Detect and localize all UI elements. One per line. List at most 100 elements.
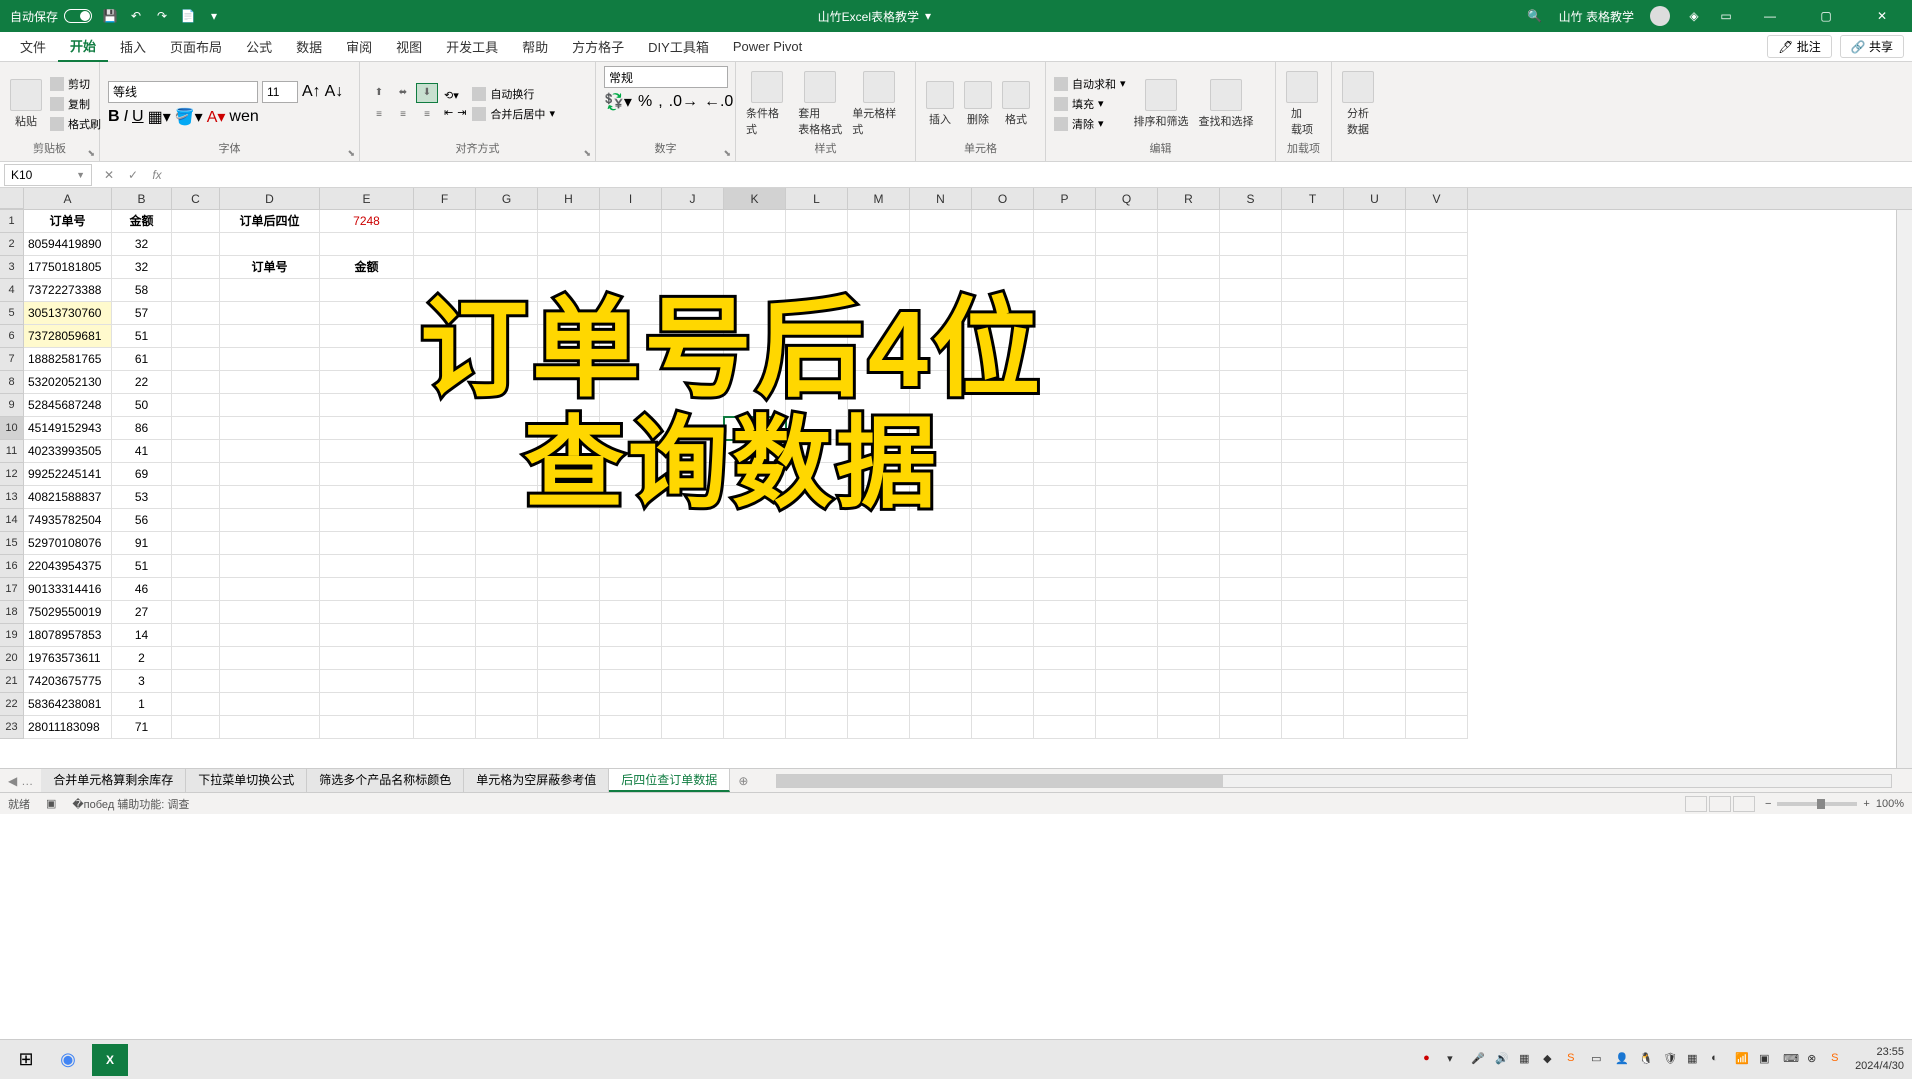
cell-B8[interactable]: 22	[112, 371, 172, 394]
cell-J3[interactable]	[662, 256, 724, 279]
cell-C10[interactable]	[172, 417, 220, 440]
increase-decimal[interactable]: .0→	[669, 92, 698, 112]
cell-B14[interactable]: 56	[112, 509, 172, 532]
font-color-button[interactable]: A▾	[207, 107, 226, 127]
cell-D10[interactable]	[220, 417, 320, 440]
cell-N1[interactable]	[910, 210, 972, 233]
cell-M4[interactable]	[848, 279, 910, 302]
cell-F2[interactable]	[414, 233, 476, 256]
cell-O16[interactable]	[972, 555, 1034, 578]
cell-H2[interactable]	[538, 233, 600, 256]
cell-H11[interactable]	[538, 440, 600, 463]
view-break[interactable]	[1733, 796, 1755, 812]
cell-C11[interactable]	[172, 440, 220, 463]
cell-M21[interactable]	[848, 670, 910, 693]
cell-G23[interactable]	[476, 716, 538, 739]
cell-F9[interactable]	[414, 394, 476, 417]
cell-Q18[interactable]	[1096, 601, 1158, 624]
cell-R1[interactable]	[1158, 210, 1220, 233]
cell-M1[interactable]	[848, 210, 910, 233]
cell-U14[interactable]	[1344, 509, 1406, 532]
cell-G2[interactable]	[476, 233, 538, 256]
cell-I23[interactable]	[600, 716, 662, 739]
cell-B16[interactable]: 51	[112, 555, 172, 578]
zoom-level[interactable]: 100%	[1876, 798, 1904, 810]
indent-increase[interactable]: ⇥	[457, 106, 466, 119]
cell-P22[interactable]	[1034, 693, 1096, 716]
cell-U13[interactable]	[1344, 486, 1406, 509]
col-header-S[interactable]: S	[1220, 188, 1282, 209]
cell-E22[interactable]	[320, 693, 414, 716]
cell-R8[interactable]	[1158, 371, 1220, 394]
cell-Q8[interactable]	[1096, 371, 1158, 394]
cell-J14[interactable]	[662, 509, 724, 532]
cut-button[interactable]: 剪切	[50, 76, 101, 92]
cell-P12[interactable]	[1034, 463, 1096, 486]
row-header-4[interactable]: 4	[0, 279, 24, 302]
cell-Q10[interactable]	[1096, 417, 1158, 440]
cell-F4[interactable]	[414, 279, 476, 302]
cell-T9[interactable]	[1282, 394, 1344, 417]
cell-L16[interactable]	[786, 555, 848, 578]
copy-button[interactable]: 复制	[50, 96, 101, 112]
col-header-C[interactable]: C	[172, 188, 220, 209]
zoom-out[interactable]: −	[1765, 798, 1771, 810]
row-header-19[interactable]: 19	[0, 624, 24, 647]
cell-T13[interactable]	[1282, 486, 1344, 509]
sheet-tab-3[interactable]: 单元格为空屏蔽参考值	[464, 769, 609, 792]
cell-L22[interactable]	[786, 693, 848, 716]
cell-I20[interactable]	[600, 647, 662, 670]
cell-V3[interactable]	[1406, 256, 1468, 279]
cell-J20[interactable]	[662, 647, 724, 670]
row-header-18[interactable]: 18	[0, 601, 24, 624]
cell-Q21[interactable]	[1096, 670, 1158, 693]
cell-A21[interactable]: 74203675775	[24, 670, 112, 693]
cell-J1[interactable]	[662, 210, 724, 233]
number-launcher[interactable]: ⬊	[723, 148, 731, 159]
cell-G6[interactable]	[476, 325, 538, 348]
cell-V18[interactable]	[1406, 601, 1468, 624]
cell-F6[interactable]	[414, 325, 476, 348]
tab-1[interactable]: 开始	[58, 32, 108, 62]
cell-D17[interactable]	[220, 578, 320, 601]
cell-R15[interactable]	[1158, 532, 1220, 555]
cell-M10[interactable]	[848, 417, 910, 440]
cell-G21[interactable]	[476, 670, 538, 693]
tray-app7-icon[interactable]: ◐	[1711, 1052, 1727, 1068]
cell-A15[interactable]: 52970108076	[24, 532, 112, 555]
cell-F7[interactable]	[414, 348, 476, 371]
cell-T21[interactable]	[1282, 670, 1344, 693]
cell-P10[interactable]	[1034, 417, 1096, 440]
cell-N15[interactable]	[910, 532, 972, 555]
fx-icon[interactable]: fx	[146, 164, 168, 186]
tray-app5-icon[interactable]: 🐧	[1639, 1052, 1655, 1068]
cell-style-button[interactable]: 单元格样式	[850, 69, 907, 139]
cell-M16[interactable]	[848, 555, 910, 578]
cell-V5[interactable]	[1406, 302, 1468, 325]
formula-input[interactable]	[174, 164, 1912, 186]
cell-U22[interactable]	[1344, 693, 1406, 716]
cell-L3[interactable]	[786, 256, 848, 279]
cell-H18[interactable]	[538, 601, 600, 624]
cell-I10[interactable]	[600, 417, 662, 440]
cell-E4[interactable]	[320, 279, 414, 302]
row-header-11[interactable]: 11	[0, 440, 24, 463]
cell-E5[interactable]	[320, 302, 414, 325]
cell-K13[interactable]	[724, 486, 786, 509]
cell-I7[interactable]	[600, 348, 662, 371]
cell-S13[interactable]	[1220, 486, 1282, 509]
cell-P5[interactable]	[1034, 302, 1096, 325]
cell-I17[interactable]	[600, 578, 662, 601]
tray-record-icon[interactable]: ●	[1423, 1052, 1439, 1068]
cell-T17[interactable]	[1282, 578, 1344, 601]
cell-D22[interactable]	[220, 693, 320, 716]
cell-F22[interactable]	[414, 693, 476, 716]
cell-H17[interactable]	[538, 578, 600, 601]
cell-O2[interactable]	[972, 233, 1034, 256]
cell-J16[interactable]	[662, 555, 724, 578]
cell-P9[interactable]	[1034, 394, 1096, 417]
status-access[interactable]: �побед 辅助功能: 调查	[72, 796, 189, 812]
taskbar-clock[interactable]: 23:55 2024/4/30	[1855, 1046, 1904, 1072]
col-header-J[interactable]: J	[662, 188, 724, 209]
cell-U5[interactable]	[1344, 302, 1406, 325]
